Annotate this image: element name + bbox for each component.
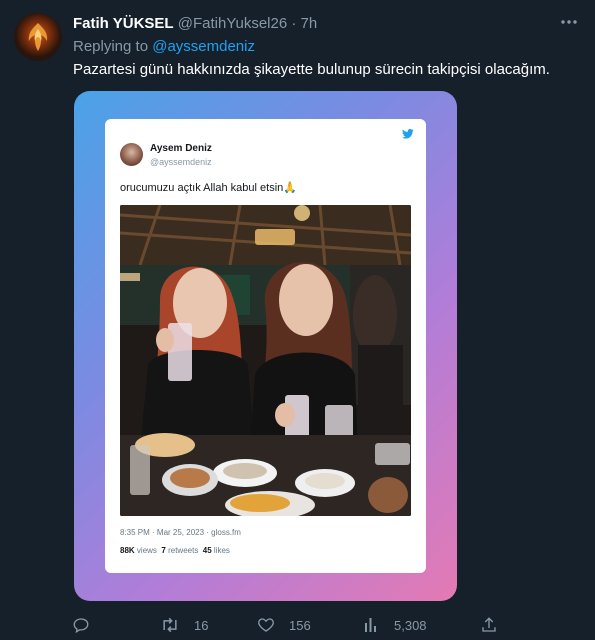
like-button[interactable]: 156 <box>257 615 311 635</box>
views-count: 5,308 <box>394 617 427 633</box>
reply-icon <box>73 618 89 634</box>
tweet-header: Fatih YÜKSEL @FatihYuksel26 · 7h <box>73 15 317 32</box>
tweet-time[interactable]: 7h <box>301 15 318 32</box>
analytics-icon <box>365 618 376 632</box>
views-button[interactable]: 5,308 <box>364 615 427 635</box>
like-count: 156 <box>289 617 311 633</box>
views-value: 88K <box>120 546 135 555</box>
twitter-bird-icon <box>402 129 414 139</box>
card-author-handle: @ayssemdeniz <box>150 157 212 167</box>
tweet-text: Pazartesi günü hakkınızda şikayette bulu… <box>73 61 550 78</box>
likes-value: 45 <box>202 546 212 555</box>
attached-image[interactable]: Aysem Deniz @ayssemdeniz orucumuzu açtık… <box>74 91 457 601</box>
views-label: views <box>136 546 157 555</box>
card-avatar <box>120 143 143 166</box>
embedded-tweet-card: Aysem Deniz @ayssemdeniz orucumuzu açtık… <box>105 119 426 573</box>
share-button[interactable] <box>480 615 498 635</box>
card-tweet-text: orucumuzu açtık Allah kabul etsin🙏 <box>120 182 297 194</box>
retweet-icon <box>163 617 177 633</box>
card-author-name: Aysem Deniz <box>150 143 212 154</box>
author-name[interactable]: Fatih YÜKSEL <box>73 15 174 32</box>
replying-to-label: Replying to <box>73 38 149 55</box>
avatar[interactable] <box>14 13 62 61</box>
share-icon <box>482 617 496 632</box>
more-options-icon[interactable] <box>555 12 583 34</box>
likes-label: likes <box>213 546 230 555</box>
author-handle[interactable]: @FatihYuksel26 <box>178 15 287 32</box>
separator-dot: · <box>291 15 297 32</box>
retweet-count: 16 <box>194 617 209 633</box>
card-timestamp: 8:35 PM · Mar 25, 2023 · gloss.fm <box>120 528 241 537</box>
tweet[interactable]: Fatih YÜKSEL @FatihYuksel26 · 7h Replyin… <box>0 0 595 640</box>
replying-to-handle[interactable]: @ayssemdeniz <box>152 38 255 55</box>
tweet-actions: 16 156 5,308 <box>0 611 595 639</box>
retweet-button[interactable]: 16 <box>160 615 208 635</box>
reply-button[interactable] <box>72 615 104 635</box>
replying-to: Replying to @ayssemdeniz <box>73 38 255 55</box>
card-stats: 88K views 7 retweets 45 likes <box>120 546 230 555</box>
retweets-label: retweets <box>168 546 199 555</box>
retweets-value: 7 <box>161 546 166 555</box>
phoenix-logo-icon <box>28 23 48 51</box>
restaurant-photo <box>120 205 411 516</box>
heart-icon <box>258 618 274 632</box>
